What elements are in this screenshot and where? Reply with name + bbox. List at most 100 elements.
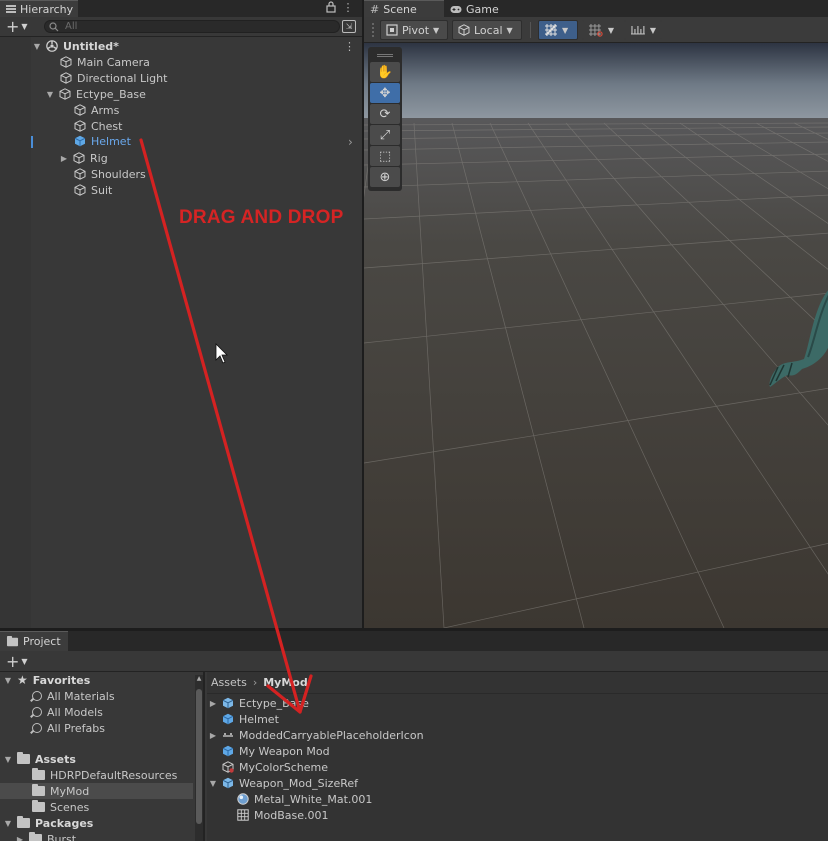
breadcrumb: Assets › MyMod [207,672,828,694]
folder-burst[interactable]: ▶ Burst [16,831,76,841]
chevron-down-icon: ▼ [506,25,513,35]
hierarchy-item-label: Rig [90,151,108,165]
local-space-icon [458,24,470,36]
lock-icon[interactable] [325,1,337,15]
hierarchy-item-suit[interactable]: Suit [74,182,112,198]
prefab-icon [74,135,86,147]
collapse-arrow-icon[interactable]: ▶ [209,699,217,708]
asset-item-helmet[interactable]: Helmet [222,711,279,727]
breadcrumb-mymod[interactable]: MyMod [263,676,308,689]
create-asset-dropdown-button[interactable]: + ▼ [6,654,34,670]
hierarchy-item-label: Chest [91,119,123,133]
expand-arrow-icon[interactable]: ▼ [4,819,12,828]
transform-tool-icon[interactable]: ⊕ [370,167,400,187]
local-dropdown[interactable]: Local ▼ [452,20,522,40]
increment-snapping-toggle[interactable]: ▼ [582,20,620,40]
project-panel: Project + ▼ ▼ ★ Favorites All Materials A… [0,628,828,841]
hierarchy-item-label: Arms [91,103,120,117]
pivot-icon [386,24,398,36]
expand-arrow-icon[interactable]: ▼ [4,676,12,685]
hierarchy-item-main-camera[interactable]: Main Camera [60,54,150,70]
scale-tool-icon[interactable]: ⤢ [370,125,400,145]
hand-tool-icon[interactable]: ✋ [370,62,400,82]
breadcrumb-assets[interactable]: Assets [211,676,247,689]
ruler-snap-toggle[interactable]: ▼ [624,20,662,40]
chevron-down-icon: ▼ [21,657,28,666]
project-toolbar: + ▼ [0,651,828,672]
asset-item-modded-carryable-placeholder-icon[interactable]: ▶ ModdedCarryablePlaceholderIcon [209,727,424,743]
hierarchy-item-helmet[interactable]: Helmet [74,133,131,149]
hierarchy-item-chest[interactable]: Chest [74,118,122,134]
overlay-grip-icon[interactable] [370,49,400,61]
asset-item-weapon-mod-sizeref[interactable]: ▼ Weapon_Mod_SizeRef [209,775,358,791]
scrollbar-thumb[interactable] [196,689,202,824]
favorites-item-all-prefabs[interactable]: All Prefabs [32,720,105,736]
gameobject-icon [74,120,86,132]
selection-marker [31,136,33,148]
collapse-arrow-icon[interactable]: ▶ [60,154,68,163]
kebab-menu-icon[interactable]: ⋮ [342,1,354,15]
tab-project[interactable]: Project [0,631,68,651]
expand-arrow-icon[interactable]: ▼ [209,779,217,788]
move-tool-icon[interactable]: ✥ [370,83,400,103]
favorites-item-all-materials[interactable]: All Materials [32,688,115,704]
create-dropdown-button[interactable]: + ▼ [6,19,34,35]
packages-header[interactable]: ▼ Packages [4,815,93,831]
folder-label: MyMod [50,784,90,798]
collapse-arrow-icon[interactable]: ▶ [209,731,217,740]
chevron-down-icon: ▼ [649,25,656,35]
asset-item-my-weapon-mod[interactable]: My Weapon Mod [222,743,330,759]
hierarchy-item-rig[interactable]: ▶ Rig [60,150,108,166]
hierarchy-item-arms[interactable]: Arms [74,102,119,118]
expand-arrow-icon[interactable]: ▼ [4,755,12,764]
scene-menu-icon[interactable]: ⋮ [344,40,355,53]
hierarchy-item-ectype-base[interactable]: ▼ Ectype_Base [46,86,146,102]
project-sidebar-scrollbar[interactable]: ▲ [195,675,203,841]
chevron-right-icon[interactable]: › [348,135,353,149]
folder-scenes[interactable]: Scenes [32,799,89,815]
scroll-up-icon[interactable]: ▲ [195,675,203,683]
expand-arrow-icon[interactable]: ▼ [46,90,54,99]
asset-item-modbase[interactable]: ModBase.001 [237,807,328,823]
hierarchy-item-label: Helmet [91,134,131,148]
grid-snap-icon [545,24,557,36]
favorites-item-label: All Materials [47,689,115,703]
ruler-icon [630,26,645,35]
search-icon [32,723,42,733]
tab-hierarchy[interactable]: Hierarchy [0,0,78,17]
favorites-header[interactable]: ▼ ★ Favorites [4,672,90,688]
grid-snapping-toggle[interactable]: ▼ [538,20,578,40]
hierarchy-item-untitled[interactable]: ▼ Untitled* [33,38,119,54]
toolbar-grip-icon [372,23,374,37]
hierarchy-item-directional-light[interactable]: Directional Light [60,70,167,86]
pivot-dropdown[interactable]: Pivot ▼ [380,20,448,40]
tab-game[interactable]: Game [444,0,514,17]
project-assets-view: Assets › MyMod ▶ Ectype_Base Helmet ▶ Mo… [207,672,828,841]
hierarchy-search-input[interactable] [65,21,315,32]
folder-icon [32,784,45,796]
expand-arrow-icon[interactable]: ▼ [33,42,41,51]
collapse-arrow-icon[interactable]: ▶ [16,835,24,841]
grid-icon: # [370,2,380,16]
favorites-item-all-models[interactable]: All Models [32,704,103,720]
rect-tool-icon[interactable]: ⬚ [370,146,400,166]
asset-item-my-color-scheme[interactable]: MyColorScheme [222,759,328,775]
prefab-icon [222,745,234,757]
hierarchy-item-shoulders[interactable]: Shoulders [74,166,146,182]
tab-scene[interactable]: # Scene [364,0,444,17]
gameobject-icon [74,184,86,196]
folder-mymod[interactable]: MyMod [0,783,193,799]
asset-item-ectype-base[interactable]: ▶ Ectype_Base [209,695,309,711]
rotate-tool-icon[interactable]: ⟳ [370,104,400,124]
asset-item-label: MyColorScheme [239,760,328,774]
hierarchy-search[interactable] [44,20,340,33]
asset-item-metal-white-mat[interactable]: Metal_White_Mat.001 [237,791,372,807]
folder-hdrp-default-resources[interactable]: HDRPDefaultResources [32,767,177,783]
chevron-down-icon: ▼ [21,22,28,31]
packages-label: Packages [35,816,94,830]
scene-viewport[interactable]: ✋ ✥ ⟳ ⤢ ⬚ ⊕ [364,43,828,628]
asset-item-label: ModBase.001 [254,808,329,822]
assets-header[interactable]: ▼ Assets [4,751,76,767]
scene-toolbar: Pivot ▼ Local ▼ ▼ ▼ ▼ [364,17,828,43]
search-options-icon[interactable]: ⇲ [342,20,356,33]
